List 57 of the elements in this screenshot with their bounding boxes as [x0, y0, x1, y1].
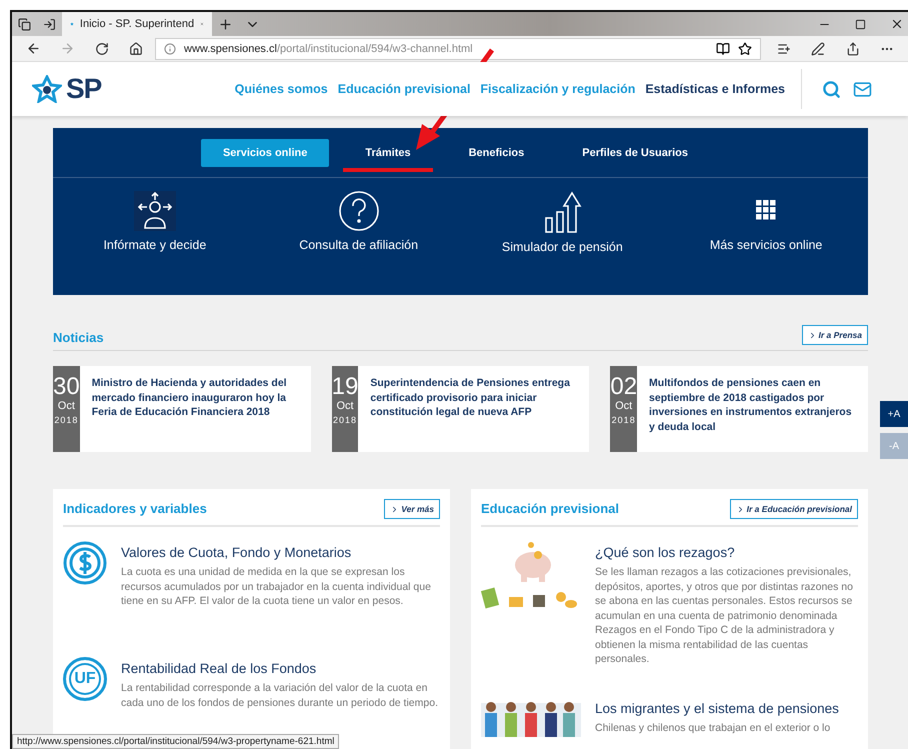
- status-bar-url: http://www.spensiones.cl/portal/institucional/594/w3-propertyname-621.html: [12, 734, 340, 749]
- info-icon: [164, 42, 176, 55]
- service-link[interactable]: Simulador de pensión: [502, 240, 623, 254]
- dollar-coin-icon: [63, 541, 107, 585]
- date-month: Oct: [336, 400, 354, 412]
- more-link[interactable]: Ir a Educación previsional: [730, 499, 858, 519]
- tab-title: Inicio - SP. Superintend: [80, 18, 194, 30]
- service-link[interactable]: Más servicios online: [710, 238, 822, 252]
- news-card[interactable]: 30 Oct 2018 Ministro de Hacienda y autoridades del mercado financiero inauguraron hoy la Feria de Educación Financiera 2018: [53, 366, 311, 452]
- entry-title[interactable]: Valores de Cuota, Fondo y Monetarios: [121, 545, 440, 560]
- mail-icon[interactable]: [853, 80, 872, 99]
- services-tab[interactable]: Trámites: [343, 138, 433, 166]
- services-tab[interactable]: Beneficios: [446, 138, 546, 166]
- entry-text: Se les llaman rezagos a las cotizaciones previsionales, depósitos, aportes, y otros que por distintas razones no se abona en las cuentas personales. Estos recursos se acumulan en una cuenta de patrimonio denominada Rezagos en el Fondo Tipo C de la administradora y obtienen la misma rentabilidad de las cuentas personales.: [595, 565, 854, 666]
- more-link[interactable]: Ver más: [384, 499, 440, 519]
- news-headline[interactable]: Superintendencia de Pensiones entrega certificado provisorio para iniciar constitución legal de nueva AFP: [358, 366, 590, 452]
- search-icon[interactable]: [822, 80, 841, 99]
- news-headline[interactable]: Multifondos de pensiones caen en septiembre de 2018 castigados por inversiones en instrumentos extranjeros y deuda local: [637, 366, 868, 452]
- section-title: Noticias: [53, 330, 104, 345]
- service-link[interactable]: Infórmate y decide: [103, 238, 206, 252]
- entry-title[interactable]: Rentabilidad Real de los Fondos: [121, 661, 440, 676]
- entry-text: La cuota es una unidad de medida en la que se expresan los recursos acumulados por un trabajador en la cuenta individual que tiene en su AFP. El valor de la cuota tiene un valor en pesos.: [121, 565, 432, 608]
- date-month: Oct: [58, 400, 75, 412]
- site-logo[interactable]: SP: [32, 73, 102, 106]
- address-bar[interactable]: www.spensiones.cl/portal/institucional/594/w3-channel.html: [155, 38, 761, 60]
- section-title: Indicadores y variables: [63, 501, 207, 516]
- nav-link[interactable]: Estadísticas e Informes: [645, 82, 785, 96]
- date-day: 30: [53, 374, 80, 400]
- url-host: www.spensiones.cl: [184, 42, 277, 55]
- uf-badge: UF: [63, 657, 107, 701]
- date-year: 2018: [333, 415, 358, 425]
- more-link[interactable]: Ir a Prensa: [802, 325, 868, 345]
- question-icon: [338, 190, 380, 232]
- font-size-button[interactable]: +A: [880, 401, 908, 427]
- star-people-icon: [32, 75, 62, 104]
- date-day: 19: [332, 374, 358, 400]
- url-path: /portal/institucional/594/w3-channel.html: [276, 42, 473, 55]
- news-card[interactable]: 02 Oct 2018 Multifondos de pensiones caen en septiembre de 2018 castigados por inversiones en instrumentos extranjeros y deuda local: [610, 366, 868, 452]
- service-link[interactable]: Consulta de afiliación: [299, 238, 418, 252]
- services-tab[interactable]: Perfiles de Usuarios: [560, 138, 710, 166]
- date-month: Oct: [615, 400, 632, 412]
- book-icon[interactable]: [716, 42, 730, 56]
- date-year: 2018: [612, 415, 636, 425]
- entry-title[interactable]: Los migrantes y el sistema de pensiones: [595, 700, 839, 716]
- grid-icon: [756, 200, 776, 220]
- entry-text: Chilenas y chilenos que trabajan en el exterior o lo: [595, 720, 832, 735]
- person-arrows-icon: [132, 190, 177, 232]
- bar-chart-arrow-icon: [542, 190, 582, 234]
- date-day: 02: [610, 374, 638, 400]
- section-title: Educación previsional: [481, 501, 619, 516]
- date-year: 2018: [54, 415, 78, 425]
- browser-tab[interactable]: Inicio - SP. Superintend: [62, 12, 212, 36]
- entry-text: La rentabilidad corresponde a la variación del valor de la cuota en cada uno de los fondos de pensiones durante un periodo de tiempo.: [121, 681, 439, 710]
- news-card[interactable]: 19 Oct 2018 Superintendencia de Pensiones entrega certificado provisorio para iniciar constitución legal de nueva AFP: [332, 366, 590, 452]
- news-headline[interactable]: Ministro de Hacienda y autoridades del mercado financiero inauguraron hoy la Feria de Educación Financiera 2018: [80, 366, 311, 452]
- entry-title[interactable]: ¿Qué son los rezagos?: [595, 545, 858, 560]
- star-icon[interactable]: [738, 42, 752, 56]
